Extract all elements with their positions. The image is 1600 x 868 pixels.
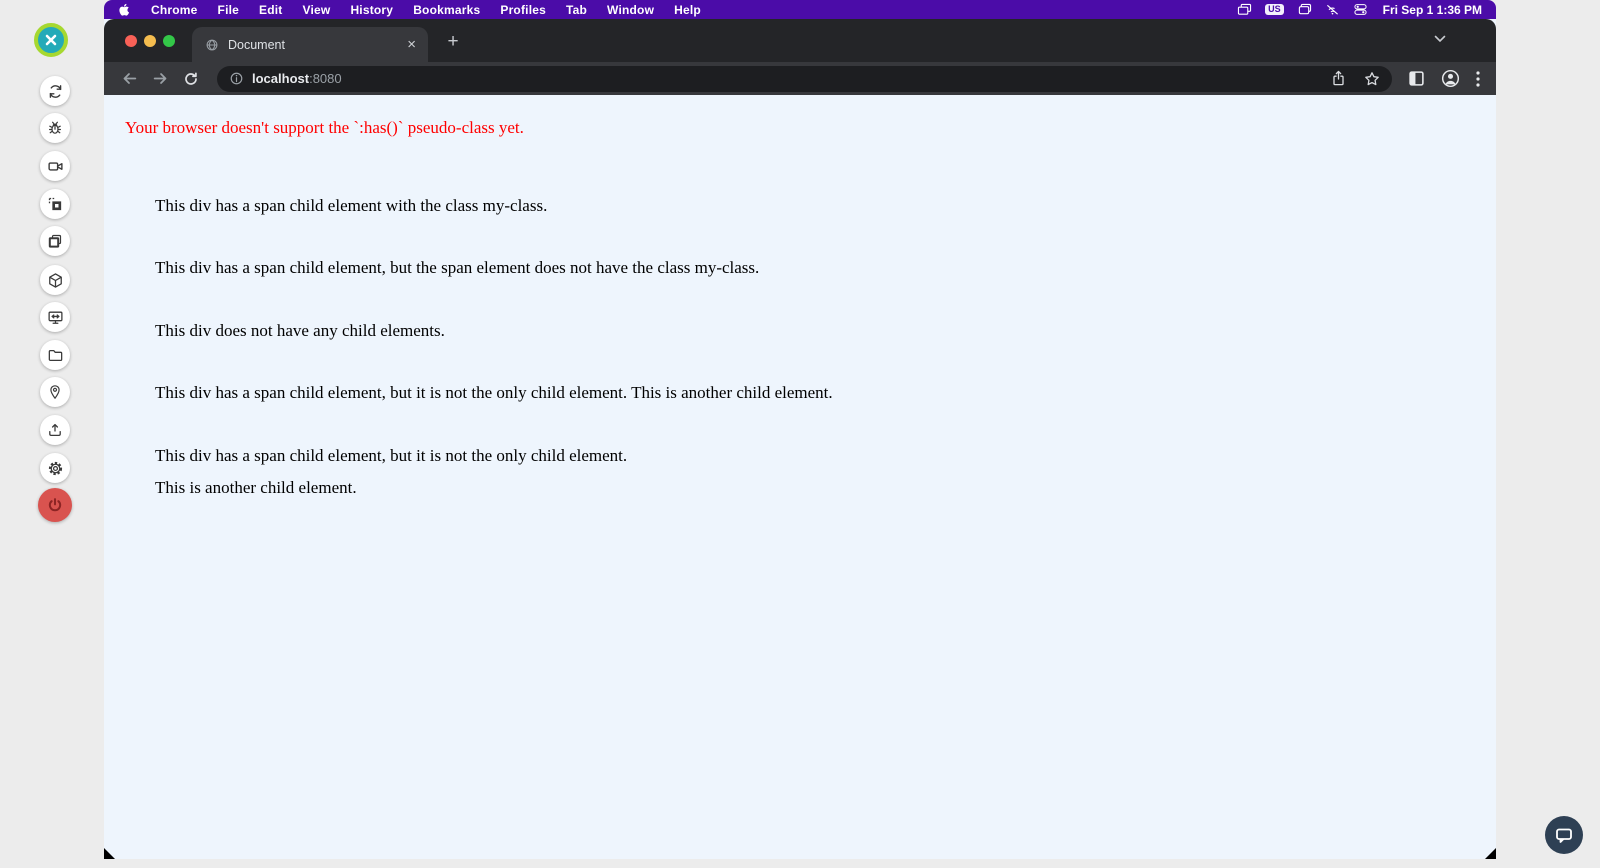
menu-view[interactable]: View [293, 3, 341, 17]
crop-region-icon [47, 196, 63, 212]
screenshots-button[interactable] [40, 226, 70, 256]
map-pin-icon [47, 384, 63, 400]
upload-icon [47, 422, 63, 438]
new-tab-button[interactable]: + [440, 29, 466, 55]
tab-document[interactable]: Document × [192, 27, 428, 62]
menu-file[interactable]: File [208, 3, 249, 17]
example-paragraph: This div has a span child element with t… [155, 196, 548, 215]
cube-icon [47, 272, 64, 289]
sync-button[interactable] [40, 76, 70, 106]
monitor-resize-icon [47, 309, 64, 326]
macos-menubar: Chrome File Edit View History Bookmarks … [104, 0, 1496, 19]
resize-grip-right[interactable] [1485, 848, 1496, 859]
folder-icon [47, 347, 64, 364]
apple-menu-icon[interactable] [118, 2, 131, 17]
upload-button[interactable] [40, 415, 70, 445]
settings-button[interactable] [40, 453, 70, 483]
tab-strip: Document × + [104, 19, 1496, 62]
menu-history[interactable]: History [340, 3, 403, 17]
globe-icon [205, 38, 219, 52]
remote-screen: Chrome File Edit View History Bookmarks … [104, 0, 1496, 859]
window-close-button[interactable] [125, 35, 137, 47]
share-icon[interactable] [1331, 70, 1346, 87]
package-button[interactable] [40, 265, 70, 295]
star-icon[interactable] [1364, 71, 1380, 87]
example-paragraph: This div does not have any child element… [155, 321, 445, 340]
browser-toolbar: localhost:8080 [104, 62, 1496, 95]
profile-icon[interactable] [1441, 69, 1460, 88]
menu-profiles[interactable]: Profiles [490, 3, 556, 17]
kebab-menu-icon[interactable] [1476, 70, 1480, 87]
menu-bookmarks[interactable]: Bookmarks [403, 3, 490, 17]
debug-button[interactable] [40, 113, 70, 143]
menubar-clock[interactable]: Fri Sep 1 1:36 PM [1383, 3, 1482, 17]
power-icon [46, 496, 64, 514]
window-zoom-button[interactable] [163, 35, 175, 47]
close-icon [44, 33, 58, 47]
close-session-button[interactable] [34, 23, 68, 57]
screen-record-button[interactable] [40, 151, 70, 181]
window-minimize-button[interactable] [144, 35, 156, 47]
example-paragraph: This div has a span child element, but i… [155, 383, 833, 402]
wifi-off-icon[interactable] [1325, 3, 1340, 16]
tab-search-chevron-icon[interactable] [1434, 35, 1446, 43]
gear-icon [47, 460, 64, 477]
location-button[interactable] [40, 377, 70, 407]
reload-icon[interactable] [178, 66, 204, 92]
region-select-button[interactable] [40, 189, 70, 219]
web-page: Your browser doesn't support the `:has()… [104, 95, 1496, 859]
sync-icon [47, 83, 64, 100]
keyboard-layout-badge[interactable]: US [1265, 4, 1284, 15]
url-host: localhost [252, 71, 310, 86]
forward-icon[interactable] [147, 66, 173, 92]
menu-help[interactable]: Help [664, 3, 711, 17]
tab-close-icon[interactable]: × [405, 37, 418, 52]
screen-mirror-icon[interactable] [1237, 3, 1252, 16]
back-icon[interactable] [116, 66, 142, 92]
bug-icon [47, 120, 63, 136]
switches-icon[interactable] [1353, 3, 1368, 16]
menu-tab[interactable]: Tab [556, 3, 597, 17]
video-camera-icon [47, 158, 64, 175]
example-paragraph: This div has a span child element, but i… [155, 446, 628, 465]
example-paragraph: This div has a span child element, but t… [155, 258, 760, 277]
copies-icon [47, 233, 63, 249]
side-panel-icon[interactable] [1408, 70, 1425, 87]
has-unsupported-warning: Your browser doesn't support the `:has()… [125, 118, 524, 137]
chat-bubble-icon [1553, 824, 1575, 846]
menubar-app-name[interactable]: Chrome [141, 3, 208, 17]
address-bar[interactable]: localhost:8080 [217, 65, 1392, 92]
display-resize-button[interactable] [40, 302, 70, 332]
url-port: :8080 [309, 71, 342, 86]
menu-window[interactable]: Window [597, 3, 664, 17]
stacked-windows-icon[interactable] [1297, 3, 1312, 16]
resize-grip-left[interactable] [104, 848, 115, 859]
chat-button[interactable] [1545, 816, 1583, 854]
files-button[interactable] [40, 340, 70, 370]
power-button[interactable] [38, 488, 72, 522]
example-paragraph: This is another child element. [155, 478, 357, 497]
site-info-icon[interactable] [229, 71, 244, 86]
tab-title: Document [228, 37, 285, 52]
menu-edit[interactable]: Edit [249, 3, 292, 17]
